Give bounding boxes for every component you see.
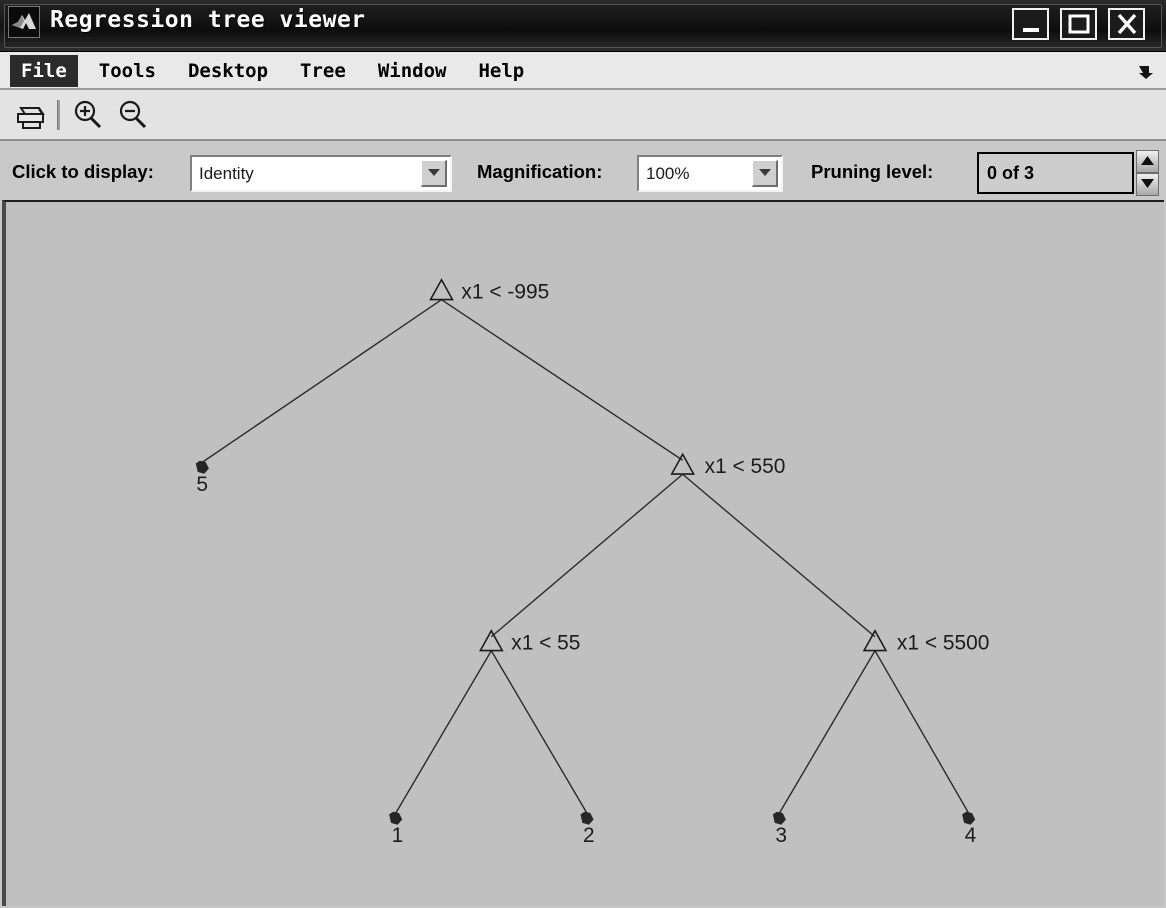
branch-node-label: x1 < -995	[461, 281, 549, 304]
tree-branch-node[interactable]: x1 < 550	[670, 452, 786, 478]
regression-tree-viewer-window: Regression tree viewer File Tools Deskto…	[0, 0, 1166, 908]
maximize-button[interactable]	[1060, 8, 1097, 40]
chevron-down-icon[interactable]	[421, 160, 447, 187]
print-icon[interactable]	[10, 95, 50, 135]
tree-leaf-node[interactable]: 3	[772, 811, 787, 847]
tree-edge	[490, 473, 684, 638]
click-to-display-dropdown[interactable]: Identity	[190, 155, 452, 192]
tree-leaf-node[interactable]: 4	[962, 811, 977, 847]
branch-node-label: x1 < 55	[511, 632, 580, 655]
leaf-marker-icon	[389, 811, 403, 825]
leaf-node-label: 3	[775, 824, 787, 847]
leaf-node-label: 2	[583, 824, 595, 847]
tree-leaf-node[interactable]: 2	[580, 811, 595, 847]
menu-item-tools[interactable]: Tools	[88, 55, 167, 87]
leaf-node-label: 4	[965, 824, 977, 847]
zoom-out-icon[interactable]	[113, 95, 153, 135]
branch-triangle-icon	[479, 629, 504, 652]
tree-branch-node[interactable]: x1 < 55	[479, 629, 580, 655]
zoom-in-icon[interactable]	[68, 95, 108, 135]
branch-triangle-icon	[670, 452, 695, 475]
leaf-marker-icon	[195, 460, 209, 474]
menu-item-desktop[interactable]: Desktop	[177, 55, 279, 87]
tree-leaf-node[interactable]: 1	[389, 811, 404, 847]
tree-edge	[874, 650, 970, 814]
click-to-display-value: Identity	[199, 164, 254, 183]
tree-edge	[441, 299, 684, 461]
pruning-level-stepper[interactable]	[1136, 150, 1159, 196]
toolbar-separator	[57, 100, 60, 130]
branch-triangle-icon	[429, 278, 454, 301]
tree-edge	[201, 299, 442, 463]
pruning-level-value: 0 of 3	[987, 163, 1035, 183]
tree-edges	[201, 299, 970, 814]
menu-item-file[interactable]: File	[10, 55, 78, 87]
tree-edge	[395, 650, 492, 814]
regression-tree-graph: x1 < -995 5 x1 < 550 x1 < 55 x1 < 5500 1 2 3 4	[195, 278, 989, 847]
menu-bar: File Tools Desktop Tree Window Help	[0, 52, 1166, 90]
tree-edge	[682, 473, 876, 638]
magnification-dropdown[interactable]: 100%	[637, 155, 783, 192]
leaf-marker-icon	[772, 811, 786, 825]
branch-node-label: x1 < 550	[705, 455, 786, 478]
tree-edge	[490, 650, 588, 814]
chevron-down-icon[interactable]	[752, 160, 778, 187]
stepper-up-icon[interactable]	[1136, 150, 1159, 173]
tree-branch-node[interactable]: x1 < 5500	[862, 629, 989, 655]
close-button[interactable]	[1108, 8, 1145, 40]
leaf-node-label: 5	[196, 473, 208, 496]
dock-arrow-icon[interactable]	[1136, 61, 1156, 81]
menu-item-window[interactable]: Window	[367, 55, 458, 87]
pruning-level-label: Pruning level:	[811, 161, 934, 182]
branch-node-label: x1 < 5500	[897, 632, 989, 655]
menu-items: File Tools Desktop Tree Window Help	[10, 52, 545, 90]
leaf-marker-icon	[962, 811, 976, 825]
menu-item-help[interactable]: Help	[467, 55, 535, 87]
tree-nodes: x1 < -995 5 x1 < 550 x1 < 55 x1 < 5500 1 2 3 4	[195, 278, 989, 847]
minimize-button[interactable]	[1012, 8, 1049, 40]
branch-triangle-icon	[862, 629, 888, 652]
tree-branch-node[interactable]: x1 < -995	[429, 278, 550, 304]
menu-item-tree[interactable]: Tree	[289, 55, 357, 87]
click-to-display-label: Click to display:	[12, 161, 154, 182]
stepper-down-icon[interactable]	[1136, 173, 1159, 196]
matlab-icon	[8, 6, 40, 38]
tree-plot-area[interactable]: x1 < -995 5 x1 < 550 x1 < 55 x1 < 5500 1 2 3 4	[2, 200, 1164, 906]
tree-leaf-node[interactable]: 5	[195, 460, 209, 496]
magnification-label: Magnification:	[477, 161, 603, 182]
toolbar	[0, 90, 1166, 141]
title-bar: Regression tree viewer	[0, 0, 1166, 52]
pruning-level-field[interactable]: 0 of 3	[977, 152, 1134, 194]
magnification-value: 100%	[646, 164, 690, 183]
window-title: Regression tree viewer	[50, 7, 366, 33]
tree-edge	[778, 650, 876, 814]
leaf-node-label: 1	[392, 824, 404, 847]
leaf-marker-icon	[580, 811, 594, 825]
